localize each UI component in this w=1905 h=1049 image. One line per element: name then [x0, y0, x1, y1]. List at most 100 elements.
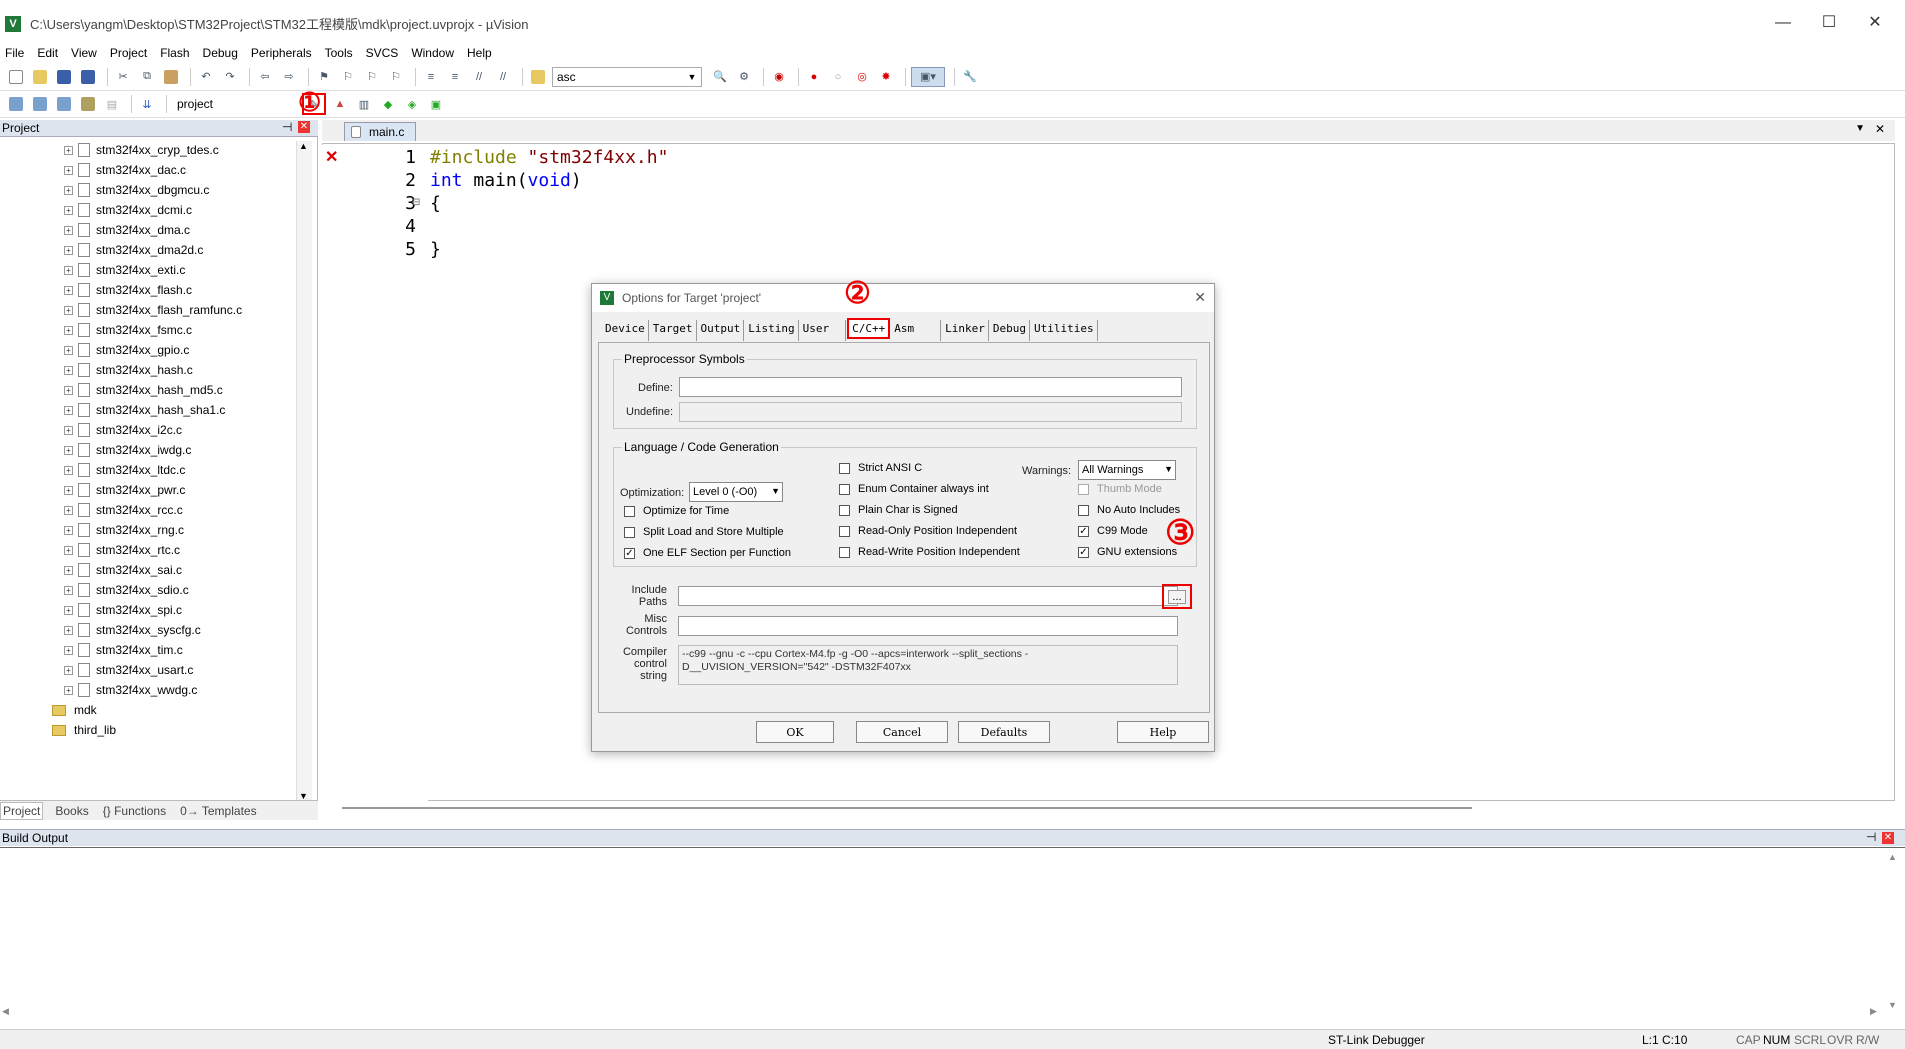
tab-device[interactable]: Device: [602, 320, 649, 341]
code-line[interactable]: int main(void): [430, 170, 582, 191]
tree-file-item[interactable]: + stm32f4xx_dbgmcu.c: [64, 180, 209, 200]
tab-utilities[interactable]: Utilities: [1031, 320, 1098, 341]
nav-forward-icon[interactable]: ⇨: [279, 67, 299, 87]
tab-linker[interactable]: Linker: [942, 320, 989, 341]
batch-build-icon[interactable]: [78, 94, 98, 114]
dialog-close-icon[interactable]: ✕: [1194, 289, 1206, 306]
tab-books[interactable]: Books: [53, 803, 90, 819]
tree-file-item[interactable]: + stm32f4xx_sai.c: [64, 560, 182, 580]
tab-project[interactable]: Project: [0, 801, 44, 820]
enum-container-checkbox[interactable]: Enum Container always int: [839, 483, 989, 495]
expand-icon[interactable]: +: [64, 165, 73, 175]
expand-icon[interactable]: +: [64, 365, 73, 375]
expand-icon[interactable]: +: [64, 485, 73, 495]
download-icon[interactable]: ⇊: [137, 94, 157, 114]
gnu-extensions-checkbox[interactable]: ✓ GNU extensions: [1078, 546, 1177, 558]
tree-file-item[interactable]: + stm32f4xx_usart.c: [64, 660, 193, 680]
expand-icon[interactable]: +: [64, 565, 73, 575]
maximize-icon[interactable]: ☐: [1806, 10, 1852, 36]
find-in-files-icon[interactable]: [528, 67, 548, 87]
expand-icon[interactable]: +: [64, 605, 73, 615]
run-time-env-icon[interactable]: ▣: [426, 94, 446, 114]
tree-file-item[interactable]: + stm32f4xx_tim.c: [64, 640, 183, 660]
rebuild-icon[interactable]: [54, 94, 74, 114]
tab-main-c[interactable]: main.c: [344, 122, 416, 141]
expand-icon[interactable]: +: [64, 505, 73, 515]
debug-session-icon[interactable]: ◉: [769, 67, 789, 87]
menu-window[interactable]: Window: [411, 46, 454, 60]
tree-file-item[interactable]: + stm32f4xx_iwdg.c: [64, 440, 191, 460]
build-icon[interactable]: [30, 94, 50, 114]
expand-icon[interactable]: +: [64, 625, 73, 635]
menu-tools[interactable]: Tools: [325, 46, 353, 60]
save-all-icon[interactable]: [78, 67, 98, 87]
expand-icon[interactable]: +: [64, 265, 73, 275]
expand-icon[interactable]: +: [64, 185, 73, 195]
menu-view[interactable]: View: [71, 46, 97, 60]
find-combo[interactable]: asc ▼: [552, 66, 702, 87]
new-file-icon[interactable]: [6, 67, 26, 87]
tab-listing[interactable]: Listing: [745, 320, 799, 341]
expand-icon[interactable]: +: [64, 425, 73, 435]
scroll-up-icon[interactable]: ▲: [1888, 852, 1897, 862]
tree-file-item[interactable]: + stm32f4xx_hash_sha1.c: [64, 400, 225, 420]
menu-edit[interactable]: Edit: [37, 46, 58, 60]
expand-icon[interactable]: +: [64, 225, 73, 235]
undo-icon[interactable]: ↶: [196, 67, 216, 87]
tree-file-item[interactable]: + stm32f4xx_dac.c: [64, 160, 186, 180]
tree-file-item[interactable]: + stm32f4xx_wwdg.c: [64, 680, 197, 700]
defaults-button[interactable]: Defaults: [958, 721, 1050, 743]
optimization-select[interactable]: Level 0 (-O0) ▼: [689, 482, 783, 502]
scroll-up-icon[interactable]: ▲: [299, 141, 308, 151]
expand-icon[interactable]: +: [64, 545, 73, 555]
help-button[interactable]: Help: [1117, 721, 1209, 743]
tree-file-item[interactable]: + stm32f4xx_dcmi.c: [64, 200, 192, 220]
disable-breakpoint-icon[interactable]: ○: [828, 67, 848, 87]
tree-file-item[interactable]: + stm32f4xx_rtc.c: [64, 540, 180, 560]
tree-file-item[interactable]: + stm32f4xx_flash.c: [64, 280, 192, 300]
include-paths-browse-button[interactable]: ...: [1162, 584, 1192, 609]
tab-templates[interactable]: 0→ Templates: [178, 803, 258, 819]
project-scrollbar[interactable]: ▲ ▼: [296, 141, 312, 801]
tree-file-item[interactable]: + stm32f4xx_rcc.c: [64, 500, 183, 520]
editor-hscrollbar[interactable]: [342, 807, 1472, 809]
tab-output[interactable]: Output: [698, 320, 745, 341]
tree-file-item[interactable]: + stm32f4xx_rng.c: [64, 520, 184, 540]
tree-folder-item[interactable]: mdk: [52, 700, 97, 720]
breakpoint-icon[interactable]: ●: [804, 67, 824, 87]
incremental-find-icon[interactable]: ⚙: [734, 67, 754, 87]
cancel-button[interactable]: Cancel: [856, 721, 948, 743]
tree-file-item[interactable]: + stm32f4xx_i2c.c: [64, 420, 182, 440]
tree-file-item[interactable]: + stm32f4xx_hash.c: [64, 360, 193, 380]
menu-project[interactable]: Project: [110, 46, 147, 60]
fold-icon[interactable]: ⊟: [412, 197, 420, 208]
unindent-icon[interactable]: ≡: [445, 67, 465, 87]
tab-debug[interactable]: Debug: [990, 320, 1030, 341]
tab-list-icon[interactable]: ▼: [1855, 123, 1865, 134]
scroll-down-icon[interactable]: ▼: [1888, 1000, 1897, 1010]
tree-file-item[interactable]: + stm32f4xx_dma2d.c: [64, 240, 203, 260]
indent-icon[interactable]: ≡: [421, 67, 441, 87]
tree-file-item[interactable]: + stm32f4xx_sdio.c: [64, 580, 189, 600]
ok-button[interactable]: OK: [756, 721, 834, 743]
tree-folder-item[interactable]: third_lib: [52, 720, 116, 740]
stop-build-icon[interactable]: ▤: [102, 94, 122, 114]
expand-icon[interactable]: +: [64, 525, 73, 535]
file-extensions-icon[interactable]: ▥: [354, 94, 374, 114]
undefine-field[interactable]: [679, 402, 1182, 422]
tree-file-item[interactable]: + stm32f4xx_flash_ramfunc.c: [64, 300, 242, 320]
pack-installer-icon[interactable]: ◈: [402, 94, 422, 114]
tab-target[interactable]: Target: [650, 320, 697, 341]
close-icon[interactable]: ✕: [1852, 10, 1898, 36]
tab-user[interactable]: User: [800, 320, 847, 341]
menu-debug[interactable]: Debug: [203, 46, 238, 60]
translate-icon[interactable]: [6, 94, 26, 114]
build-output-area[interactable]: ▲ ▼ ◀ ▶: [0, 847, 1905, 1028]
expand-icon[interactable]: +: [64, 685, 73, 695]
editor-close-icon[interactable]: ✕: [1875, 122, 1885, 136]
minimize-icon[interactable]: —: [1760, 10, 1806, 36]
warnings-select[interactable]: All Warnings ▼: [1078, 460, 1176, 480]
rw-position-checkbox[interactable]: Read-Write Position Independent: [839, 546, 1020, 558]
tree-file-item[interactable]: + stm32f4xx_exti.c: [64, 260, 185, 280]
ro-position-checkbox[interactable]: Read-Only Position Independent: [839, 525, 1017, 537]
